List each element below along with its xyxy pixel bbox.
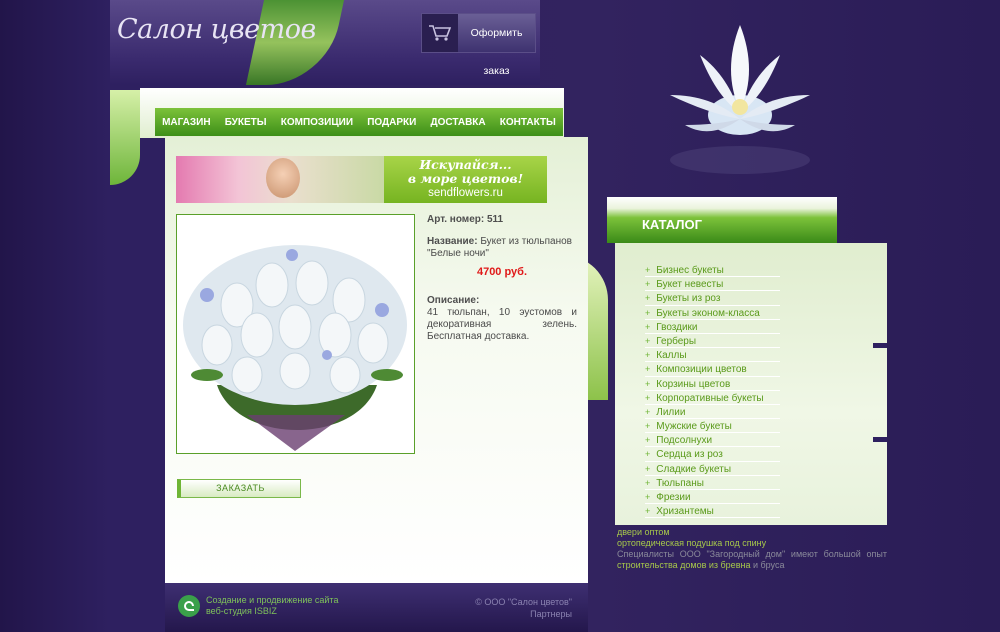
catalog-item-compositions[interactable]: + Композиции цветов xyxy=(645,362,780,377)
nav-item-shop[interactable]: МАГАЗИН xyxy=(162,117,211,128)
name-label: Название: xyxy=(427,236,478,247)
catalog-item-business[interactable]: + Бизнес букеты xyxy=(645,263,780,278)
plus-icon: + xyxy=(645,449,651,460)
nav-item-contacts[interactable]: КОНТАКТЫ xyxy=(500,117,556,128)
catalog-item-corporate[interactable]: + Корпоративные букеты xyxy=(645,391,780,405)
plus-icon: + xyxy=(645,463,651,474)
catalog-notch xyxy=(873,343,887,348)
catalog-item-roses[interactable]: + Букеты из роз xyxy=(645,291,780,306)
plus-icon: + xyxy=(645,506,651,517)
plus-icon: + xyxy=(645,421,651,432)
catalog-notch xyxy=(873,437,887,442)
product-details: Арт. номер: 511 Название: Букет из тюльп… xyxy=(427,214,577,343)
nav-item-bouquets[interactable]: БУКЕТЫ xyxy=(225,117,267,128)
catalog-item-freesias[interactable]: + Фрезии xyxy=(645,490,780,505)
promo-banner[interactable]: Искупайся... в море цветов! sendflowers.… xyxy=(176,156,547,203)
catalog-item-lilies[interactable]: + Лилии xyxy=(645,405,780,420)
name-row: Название: Букет из тюльпанов "Белые ночи… xyxy=(427,236,577,260)
plus-icon: + xyxy=(645,492,651,502)
banner-line-1: Искупайся... xyxy=(419,157,512,172)
checkout-label: Оформить заказ xyxy=(458,14,535,77)
plus-icon: + xyxy=(645,307,651,318)
plus-icon: + xyxy=(645,364,651,375)
banner-domain: sendflowers.ru xyxy=(428,187,503,199)
side-link-pillow[interactable]: ортопедическая подушка под спину xyxy=(617,538,887,549)
plus-icon: + xyxy=(645,378,651,389)
plus-icon: + xyxy=(645,279,651,290)
site-title[interactable]: Салон цветов xyxy=(117,14,316,45)
footer-credits: Создание и продвижение сайта веб-студия … xyxy=(178,595,338,617)
catalog-list: + Бизнес букеты + Букет невесты + Букеты из… xyxy=(645,263,780,519)
lotus-flower-image xyxy=(640,15,840,185)
product-photo[interactable] xyxy=(176,214,415,454)
catalog-item-gerberas[interactable]: + Герберы xyxy=(645,334,780,349)
side-link-doors[interactable]: двери оптом xyxy=(617,527,887,538)
side-links: двери оптом ортопедическая подушка под с… xyxy=(617,527,887,571)
article-label: Арт. номер: xyxy=(427,214,485,225)
catalog-item-baskets[interactable]: + Корзины цветов xyxy=(645,377,780,391)
plus-icon: + xyxy=(645,335,651,346)
page: Салон цветов Оформить заказ МАГАЗИН БУКЕ… xyxy=(0,0,1000,632)
nav-item-delivery[interactable]: ДОСТАВКА xyxy=(431,117,486,128)
product-price: 4700 руб. xyxy=(476,266,528,278)
catalog-item-tulips[interactable]: + Тюльпаны xyxy=(645,476,780,490)
catalog-item-chrysanthemums[interactable]: + Хризантемы xyxy=(645,504,780,519)
catalog-item-economy[interactable]: + Букеты эконом-класса xyxy=(645,306,780,320)
order-button[interactable]: ЗАКАЗАТЬ xyxy=(177,479,301,498)
article-row: Арт. номер: 511 xyxy=(427,214,577,226)
catalog-item-bridal[interactable]: + Букет невесты xyxy=(645,277,780,292)
bouquet-image xyxy=(183,245,407,451)
catalog-item-sunflowers[interactable]: + Подсолнухи xyxy=(645,433,780,448)
banner-photo xyxy=(176,156,384,203)
plus-icon: + xyxy=(645,406,651,417)
plus-icon: + xyxy=(645,477,651,488)
description-text: 41 тюльпан, 10 эустомов и декоративная з… xyxy=(427,307,577,342)
plus-icon: + xyxy=(645,392,651,403)
catalog-item-carnations[interactable]: + Гвоздики xyxy=(645,320,780,334)
plus-icon: + xyxy=(645,265,651,275)
article-value: 511 xyxy=(486,214,504,225)
plus-icon: + xyxy=(645,321,651,332)
checkout-button[interactable]: Оформить заказ xyxy=(421,13,536,77)
catalog-item-sweet[interactable]: + Сладкие букеты xyxy=(645,462,780,476)
catalog-title: КАТАЛОГ xyxy=(642,217,702,232)
plus-icon: + xyxy=(645,435,651,446)
footer-credit-line-2[interactable]: веб-студия ISBIZ xyxy=(206,606,338,617)
partners-link[interactable]: Партнеры xyxy=(470,608,572,620)
banner-line-2: в море цветов! xyxy=(407,171,524,186)
main-nav: МАГАЗИН БУКЕТЫ КОМПОЗИЦИИ ПОДАРКИ ДОСТАВ… xyxy=(155,108,563,136)
catalog-item-callas[interactable]: + Каллы xyxy=(645,348,780,363)
plus-icon: + xyxy=(645,350,651,361)
footer-credit-line-1[interactable]: Создание и продвижение сайта xyxy=(206,595,338,606)
cart-icon xyxy=(422,14,458,52)
left-leaf-decoration xyxy=(110,90,140,185)
nav-item-compositions[interactable]: КОМПОЗИЦИИ xyxy=(281,117,353,128)
footer-right: © ООО "Салон цветов" Партнеры xyxy=(470,596,572,620)
catalog-item-rose-hearts[interactable]: + Сердца из роз xyxy=(645,447,780,462)
studio-logo-icon[interactable] xyxy=(178,595,200,617)
banner-face xyxy=(266,158,300,198)
copyright: © ООО "Салон цветов" xyxy=(475,597,572,607)
description-label: Описание: xyxy=(427,295,480,306)
side-text: Специалисты ООО "Загородный дом" имеют б… xyxy=(617,549,887,570)
plus-icon: + xyxy=(645,293,651,304)
catalog-item-mens[interactable]: + Мужские букеты xyxy=(645,419,780,434)
banner-text: Искупайся... в море цветов! sendflowers.… xyxy=(384,156,547,203)
nav-item-gifts[interactable]: ПОДАРКИ xyxy=(367,117,416,128)
side-link-houses[interactable]: строительства домов из бревна xyxy=(617,560,750,570)
